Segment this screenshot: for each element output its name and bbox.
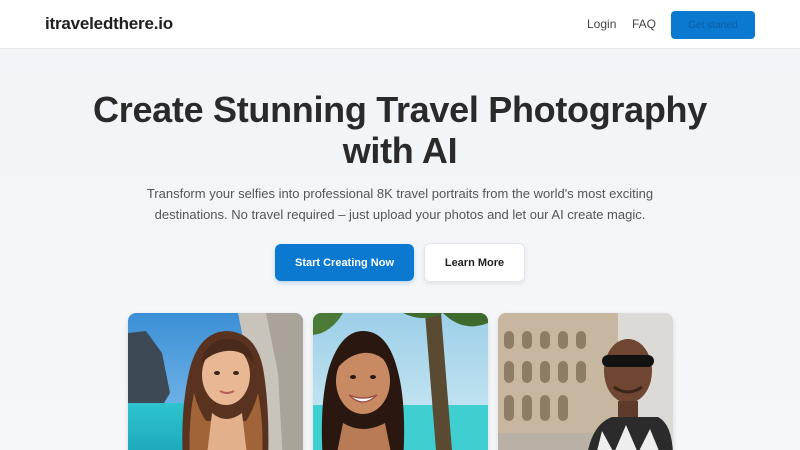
navbar: itraveledthere.io Login FAQ Get started	[0, 0, 800, 49]
woman-coastal-cliff-photo	[128, 313, 303, 450]
gallery-card-colosseum[interactable]	[498, 313, 673, 450]
nav-login-link[interactable]: Login	[587, 17, 616, 31]
nav-faq-link[interactable]: FAQ	[632, 17, 656, 31]
hero-title: Create Stunning Travel Photography with …	[93, 89, 707, 171]
man-colosseum-photo	[498, 313, 673, 450]
hero-subtitle: Transform your selfies into professional…	[146, 186, 654, 222]
site-logo[interactable]: itraveledthere.io	[45, 14, 173, 34]
woman-tropical-beach-photo	[313, 313, 488, 450]
learn-more-button[interactable]: Learn More	[424, 243, 525, 282]
gallery-card-beach[interactable]	[313, 313, 488, 450]
get-started-button[interactable]: Get started	[671, 11, 755, 39]
gallery-card-coastal[interactable]	[128, 313, 303, 450]
start-creating-button[interactable]: Start Creating Now	[275, 244, 414, 281]
